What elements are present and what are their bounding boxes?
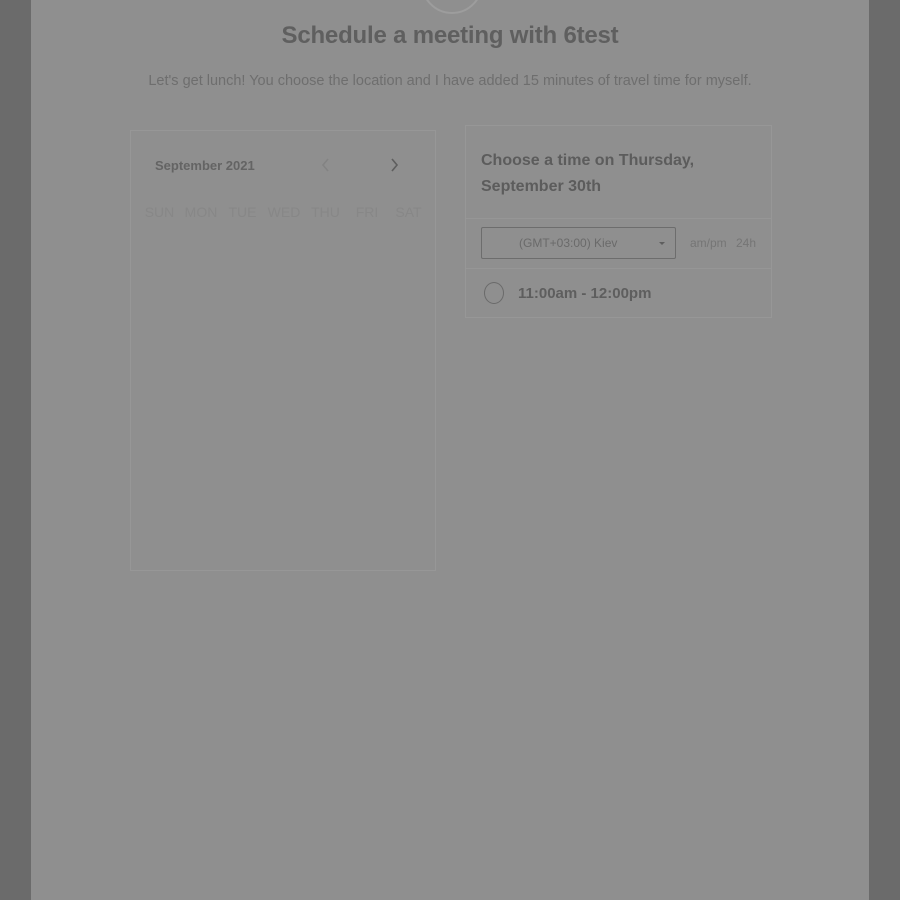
time-panel-heading: Choose a time on Thursday, September 30t…: [481, 152, 695, 195]
time-slot-option[interactable]: 11:00am - 12:00pm: [484, 280, 754, 306]
divider: [466, 268, 771, 269]
weekday-label: FRI: [355, 204, 379, 220]
weekday-label: SUN: [144, 204, 175, 220]
calendar-prev-month-button[interactable]: [314, 153, 338, 177]
calendar-next-month-button[interactable]: [382, 153, 406, 177]
chevron-left-icon: [321, 158, 329, 172]
weekday-label: MON: [184, 204, 218, 220]
booking-page: Schedule a meeting with 6test Let's get …: [31, 0, 869, 900]
time-format-24h-toggle[interactable]: 24h: [736, 236, 756, 250]
time-slot-label: 11:00am - 12:00pm: [518, 284, 652, 302]
divider: [466, 218, 771, 219]
time-slot-panel: Choose a time on Thursday, September 30t…: [465, 125, 772, 318]
weekday-label: TUE: [228, 204, 257, 220]
meeting-description: Let's get lunch! You choose the location…: [148, 73, 752, 89]
radio-circle-icon[interactable]: [484, 282, 504, 304]
calendar-month-label: September 2021: [155, 158, 255, 173]
caret-down-icon: [659, 242, 665, 245]
time-format-ampm-toggle[interactable]: am/pm: [690, 236, 727, 250]
page-title: Schedule a meeting with 6test: [281, 22, 619, 49]
date-picker-calendar: September 2021 SUN MON TUE WED THU FRI S…: [130, 130, 436, 571]
chevron-right-icon: [391, 158, 399, 172]
timezone-value: (GMT+03:00) Kiev: [519, 236, 618, 250]
calendar-weekday-header: SUN MON TUE WED THU FRI SAT: [139, 204, 429, 220]
weekday-label: THU: [311, 204, 340, 220]
host-avatar: [421, 0, 483, 14]
weekday-label: SAT: [395, 204, 422, 220]
weekday-label: WED: [267, 204, 301, 220]
timezone-select[interactable]: (GMT+03:00) Kiev: [481, 227, 676, 259]
